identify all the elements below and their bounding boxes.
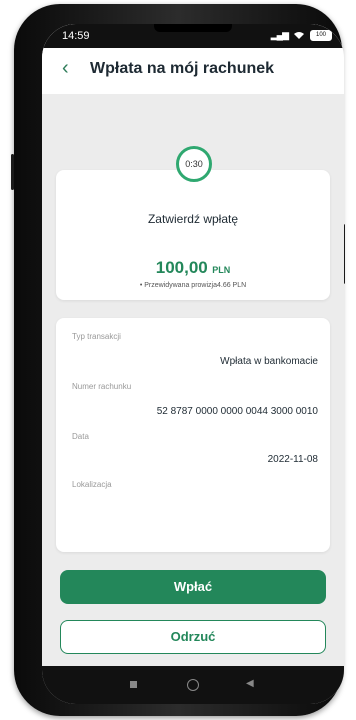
fee-note: • Przewidywana prowizja4.66 PLN [139,282,247,289]
confirmation-card [56,170,330,300]
battery-icon: 100 [310,30,332,41]
camera-notch [154,24,232,32]
amount: 100,00 PLN [42,258,344,278]
status-icons: ▂▄▆ 100 [271,30,332,41]
amount-value: 100,00 [155,258,208,277]
status-time: 14:59 [62,30,90,42]
wifi-icon [294,32,304,39]
transaction-type-value: Wpłata w bankomacie [220,356,318,367]
account-number-value: 52 8787 0000 0000 0044 3000 0010 [156,406,318,417]
recent-apps-icon[interactable] [130,681,137,688]
date-label: Data [72,432,89,441]
signal-icon: ▂▄▆ [270,30,289,40]
deposit-button[interactable]: Wpłać [60,570,326,604]
confirmation-title: Zatwierdź wpłatę [147,212,239,226]
app-header: 14:59 ▂▄▆ 100 ‹ Wpłata na mój rachunek [42,24,344,94]
countdown-timer: 0:30 [176,146,212,182]
details-card [56,318,330,552]
phone-side-button-left [11,154,14,190]
page-title: Wpłata na mój rachunek [90,60,275,77]
home-icon[interactable] [187,679,199,691]
amount-currency: PLN [212,265,231,275]
date-value: 2022-11-08 [267,454,318,465]
status-bar: 14:59 ▂▄▆ 100 [42,24,344,48]
nav-back-icon[interactable]: ◀ [246,678,254,689]
transaction-type-label: Typ transakcji [72,332,121,341]
screen: 14:59 ▂▄▆ 100 ‹ Wpłata na mój rachunek 0… [42,24,344,704]
system-navigation-bar: ◀ [42,666,344,704]
back-icon[interactable]: ‹ [62,58,69,78]
phone-frame: 14:59 ▂▄▆ 100 ‹ Wpłata na mój rachunek 0… [11,4,345,716]
account-number-label: Numer rachunku [72,382,132,391]
location-label: Lokalizacja [72,480,112,489]
reject-button[interactable]: Odrzuć [60,620,326,654]
